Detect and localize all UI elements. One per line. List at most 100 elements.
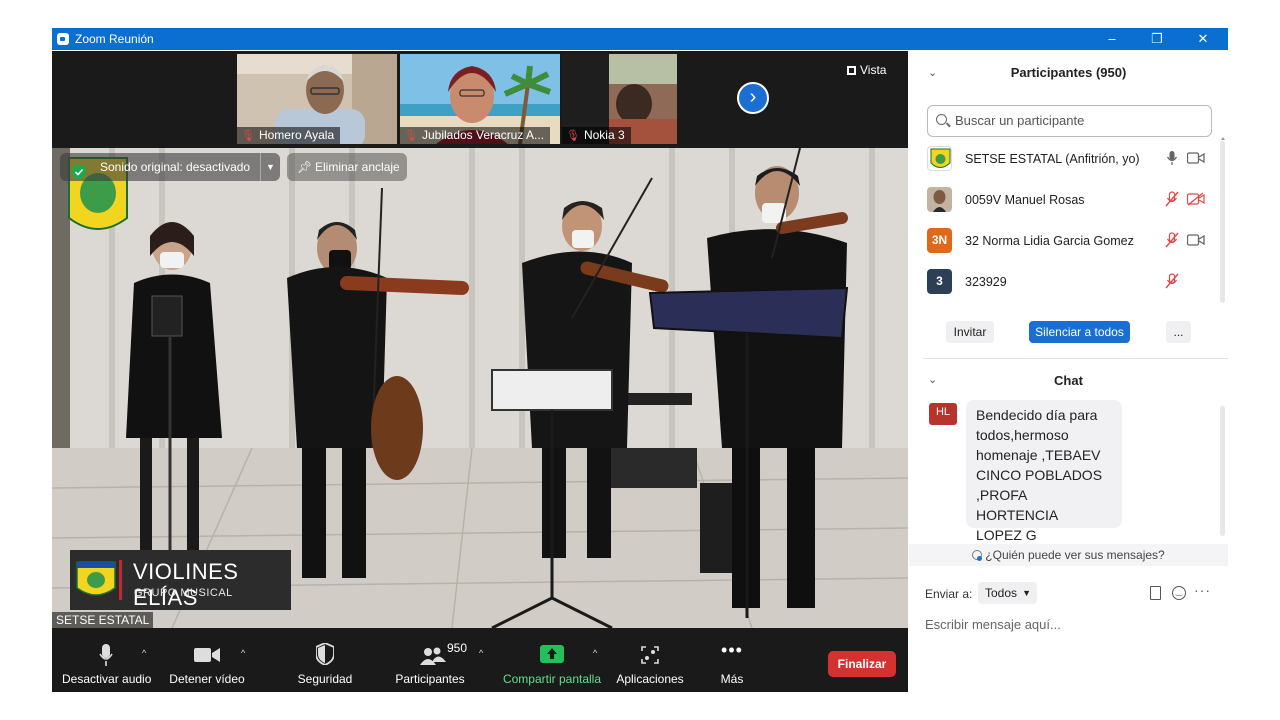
security-button[interactable]: Seguridad <box>290 628 360 692</box>
mute-all-button[interactable]: Silenciar a todos <box>1029 321 1130 343</box>
zoom-window: Zoom Reunión – ❐ ✕ 🎙︎ Homero Ayala 🎙︎ Ju… <box>52 28 1228 692</box>
participants-button[interactable]: 950 ^ Participantes <box>390 628 483 692</box>
chat-sender-avatar: HL <box>929 403 957 425</box>
file-icon[interactable] <box>1150 586 1161 600</box>
mic-muted-icon: 🎙︎ <box>241 130 255 142</box>
remove-pin-button[interactable]: 📌︎ Eliminar anclaje <box>287 153 407 181</box>
apps-icon <box>641 646 659 664</box>
thumbnail-name: 🎙︎ Homero Ayala <box>237 127 341 144</box>
participant-name: 323929 <box>965 275 1007 289</box>
who-can-see-messages-link[interactable]: ¿Quién puede ver sus mensajes? <box>909 544 1228 566</box>
chat-message-input[interactable] <box>925 613 1215 635</box>
send-to-label: Enviar a: <box>925 587 973 601</box>
mic-muted-icon[interactable] <box>1164 273 1180 289</box>
invite-button[interactable]: Invitar <box>946 321 994 343</box>
title-bar: Zoom Reunión – ❐ ✕ <box>52 28 1228 50</box>
chat-message-line: ,PROFA HORTENCIA <box>976 487 1059 523</box>
thumbnail-name-text: Homero Ayala <box>258 128 335 142</box>
microphone-icon[interactable] <box>1164 150 1180 166</box>
thumbnail-video[interactable]: 🎙︎ Nokia 3 <box>562 54 677 144</box>
side-panel: ⌄ Participantes (950) Buscar un particip… <box>909 51 1228 692</box>
divider-bar <box>119 560 122 600</box>
share-screen-button[interactable]: ^ Compartir pantalla <box>502 628 602 692</box>
lower-third-banner: VIOLINES ELÍAS GRUPO MUSICAL <box>70 550 291 610</box>
active-speaker-name: SETSE ESTATAL <box>52 612 154 628</box>
original-sound-label: Sonido original: desactivado <box>100 160 251 174</box>
participant-row[interactable]: 3N 32 Norma Lidia Garcia Gomez <box>909 222 1219 263</box>
mic-muted-icon[interactable] <box>1164 191 1180 207</box>
restore-icon[interactable]: ❐ <box>1142 30 1172 48</box>
more-dots-icon: ••• <box>721 640 743 660</box>
chat-title: Chat <box>1054 373 1083 388</box>
mute-audio-button[interactable]: ^ Desactivar audio <box>62 628 151 692</box>
microphone-icon <box>99 644 113 666</box>
mic-muted-icon: 🎙︎ <box>404 130 418 142</box>
meeting-toolbar: ^ Desactivar audio ^ Detener vídeo Segur… <box>52 628 908 692</box>
mic-muted-icon[interactable] <box>1164 232 1180 248</box>
participant-avatar: 3N <box>927 228 952 253</box>
participant-search-placeholder: Buscar un participante <box>955 113 1085 128</box>
thumbnail-video[interactable]: 🎙︎ Homero Ayala <box>237 54 397 144</box>
thumbnail-name-text: Nokia 3 <box>583 128 625 142</box>
search-icon <box>936 114 947 125</box>
participant-photo-avatar <box>927 187 952 212</box>
video-options-chevron-icon[interactable]: ^ <box>241 648 245 658</box>
main-video: Sonido original: desactivado ▼ 📌︎ Elimin… <box>52 148 908 628</box>
participant-avatar <box>927 146 952 171</box>
lower-third-subtitle: GRUPO MUSICAL <box>134 587 233 599</box>
send-to-dropdown[interactable]: Todos ▼ <box>978 582 1037 604</box>
chevron-down-icon: ▼ <box>1022 588 1031 598</box>
thumbnail-video[interactable]: 🎙︎ Jubilados Veracruz A... <box>400 54 560 144</box>
camera-icon[interactable] <box>1187 233 1205 247</box>
shield-check-icon <box>72 164 86 180</box>
stop-video-label: Detener vídeo <box>169 672 245 686</box>
camera-icon[interactable] <box>1187 151 1205 165</box>
apps-button[interactable]: Aplicaciones <box>615 628 685 692</box>
participants-title: Participantes (950) <box>1010 65 1127 80</box>
chat-more-icon[interactable]: ··· <box>1194 582 1211 598</box>
participants-icon <box>420 647 446 665</box>
close-icon[interactable]: ✕ <box>1188 30 1218 48</box>
participant-name: SETSE ESTATAL (Anfitrión, yo) <box>965 152 1140 166</box>
video-camera-icon <box>194 648 220 662</box>
participant-row[interactable]: SETSE ESTATAL (Anfitrión, yo) <box>909 140 1219 181</box>
chevron-down-icon[interactable]: ▼ <box>260 153 280 181</box>
share-options-chevron-icon[interactable]: ^ <box>593 648 597 658</box>
zoom-logo-icon <box>57 33 69 45</box>
view-button[interactable]: Vista <box>847 63 886 77</box>
original-sound-toggle[interactable]: Sonido original: desactivado ▼ <box>60 153 280 181</box>
security-label: Seguridad <box>297 672 353 686</box>
participants-more-button[interactable]: ... <box>1166 321 1191 343</box>
chat-message: Bendecido día para todos,hermoso homenaj… <box>966 400 1122 543</box>
chevron-right-icon: › <box>749 86 757 108</box>
grid-icon <box>847 66 856 75</box>
participants-options-chevron-icon[interactable]: ^ <box>479 648 483 658</box>
chat-message-line: LOPEZ G <box>976 527 1037 543</box>
remove-pin-label: Eliminar anclaje <box>315 160 400 174</box>
participant-row[interactable]: 3 323929 <box>909 263 1219 304</box>
audio-options-chevron-icon[interactable]: ^ <box>142 648 146 658</box>
next-page-button[interactable]: › <box>737 82 769 114</box>
thumbnail-name-text: Jubilados Veracruz A... <box>421 128 545 142</box>
minimize-icon[interactable]: – <box>1097 30 1127 48</box>
chat-scrollbar[interactable] <box>1220 406 1225 536</box>
share-screen-icon <box>540 645 564 663</box>
camera-off-icon[interactable] <box>1187 192 1205 206</box>
end-meeting-button[interactable]: Finalizar <box>828 651 896 677</box>
chat-message-line: todos,hermoso <box>976 427 1069 443</box>
person-info-icon <box>972 550 983 561</box>
lower-third-title: VIOLINES ELÍAS <box>133 559 239 610</box>
participant-row[interactable]: 0059V Manuel Rosas <box>909 181 1219 222</box>
chat-message-line: homenaje ,TEBAEV <box>976 447 1101 463</box>
participant-name: 32 Norma Lidia Garcia Gomez <box>965 234 1134 248</box>
emoji-icon[interactable]: ‿ <box>1172 586 1186 600</box>
participants-scrollbar[interactable] <box>1220 137 1225 303</box>
more-button[interactable]: ••• Más <box>707 628 757 692</box>
thumbnail-strip: 🎙︎ Homero Ayala 🎙︎ Jubilados Veracruz A... <box>52 51 908 147</box>
chat-message-line: CINCO POBLADOS <box>976 467 1103 483</box>
setse-logo <box>76 561 116 596</box>
window-title: Zoom Reunión <box>75 32 154 46</box>
stop-video-button[interactable]: ^ Detener vídeo <box>165 628 249 692</box>
thumbnail-name: 🎙︎ Jubilados Veracruz A... <box>400 127 551 144</box>
participant-search[interactable]: Buscar un participante <box>927 105 1212 137</box>
